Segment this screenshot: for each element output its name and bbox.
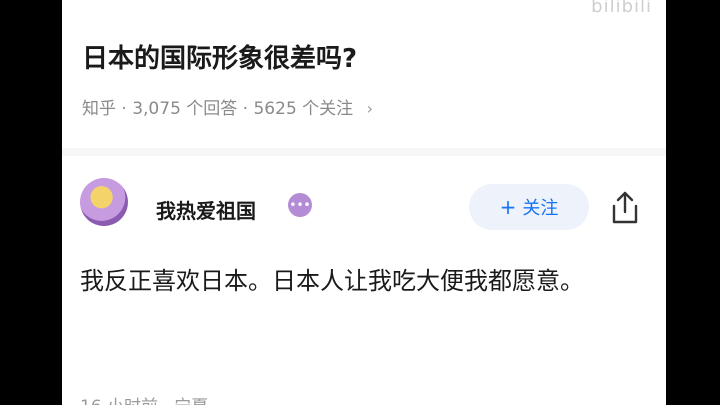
chevron-right-icon: › (366, 99, 373, 118)
question-meta-text: 知乎 · 3,075 个回答 · 5625 个关注 (82, 99, 354, 119)
watermark: bilibili (591, 0, 652, 17)
follow-label: 关注 (522, 198, 559, 219)
phone-screen: bilibili 日本的国际形象很差吗? 知乎 · 3,075 个回答 · 56… (62, 0, 666, 405)
question-card[interactable]: bilibili 日本的国际形象很差吗? 知乎 · 3,075 个回答 · 56… (62, 0, 666, 148)
badge-icon: ••• (288, 193, 312, 217)
answer-text[interactable]: 我反正喜欢日本。日本人让我吃大便我都愿意。 (80, 260, 640, 302)
share-icon[interactable] (610, 190, 640, 226)
answer-card: 我热爱祖国 ••• +关注 我反正喜欢日本。日本人让我吃大便我都愿意。 16 小… (62, 156, 666, 405)
follow-button[interactable]: + 关注 (469, 184, 589, 230)
avatar[interactable] (80, 178, 128, 226)
question-meta[interactable]: 知乎 · 3,075 个回答 · 5625 个关注 › (82, 94, 373, 119)
question-title[interactable]: 日本的国际形象很差吗? (82, 38, 357, 75)
author-name[interactable]: 我热爱祖国 (156, 195, 256, 224)
plus-icon: + (499, 195, 517, 219)
answer-meta: 16 小时前 · 宁夏 (80, 392, 208, 405)
